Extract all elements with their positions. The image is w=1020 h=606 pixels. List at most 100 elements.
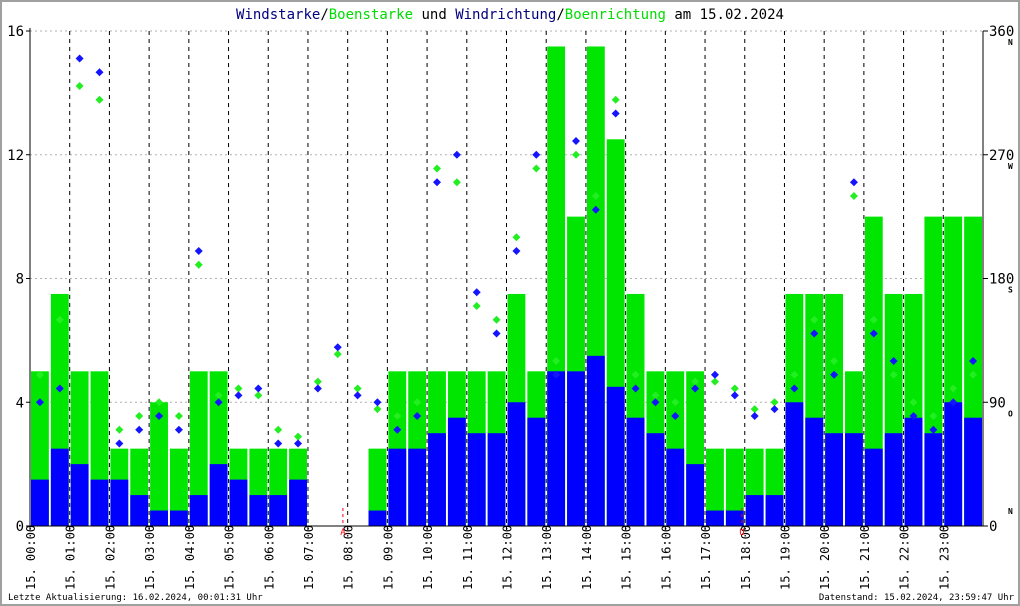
x-tick-label: 15. 14:00 — [580, 525, 594, 590]
left-tick-label: 12 — [7, 148, 24, 164]
windstarke-bar — [706, 510, 724, 526]
windstarke-bar — [50, 448, 69, 526]
left-tick-label: 0 — [16, 519, 24, 535]
title-gustdir: Boenrichtung — [565, 7, 666, 23]
windstarke-bar — [110, 479, 129, 526]
chart-title: Windstarke/Boenstarke und Windrichtung/B… — [236, 7, 784, 23]
windstarke-bar — [904, 417, 923, 526]
windrichtung-point — [472, 288, 481, 297]
boenrichtung-point — [710, 377, 719, 386]
x-tick-label: 15. 20:00 — [818, 525, 832, 590]
windstarke-bar — [666, 448, 685, 526]
windrichtung-point — [452, 150, 461, 159]
title-gust: Boenstarke — [329, 7, 413, 23]
boenrichtung-point — [333, 350, 342, 359]
windrichtung-point — [234, 391, 243, 400]
windrichtung-point — [611, 109, 620, 118]
title-date: am 15.02.2024 — [666, 7, 784, 23]
windstarke-bar — [924, 433, 943, 526]
left-tick-label: 8 — [16, 272, 24, 288]
windstarke-bar — [567, 371, 585, 526]
windstarke-bar — [547, 371, 566, 526]
windrichtung-point — [135, 425, 144, 434]
title-wind: Windstarke — [236, 7, 320, 23]
boenrichtung-point — [730, 384, 739, 393]
windrichtung-point — [849, 178, 858, 187]
windstarke-bar — [289, 479, 307, 526]
windstarke-bar — [725, 510, 744, 526]
boenstarke-bar — [150, 402, 168, 526]
windstarke-bar — [70, 464, 89, 526]
windstarke-bar — [785, 402, 804, 526]
windstarke-bar — [845, 433, 863, 526]
x-tick-label: 15. 09:00 — [381, 525, 395, 590]
title-sep: / — [320, 7, 328, 23]
boenrichtung-point — [274, 425, 283, 434]
windrichtung-point — [373, 398, 382, 407]
boenrichtung-point — [194, 260, 203, 269]
windstarke-bar — [686, 464, 705, 526]
windrichtung-point — [313, 384, 322, 393]
compass-label: S — [1008, 286, 1013, 295]
boenrichtung-point — [452, 178, 461, 187]
x-tick-label: 15. 06:00 — [262, 525, 276, 590]
windrichtung-point — [274, 439, 283, 448]
boenrichtung-point — [472, 302, 481, 310]
x-tick-label: 15. 16:00 — [659, 525, 673, 590]
boenrichtung-point — [611, 95, 620, 104]
compass-label: O — [1008, 409, 1013, 418]
boenrichtung-point — [353, 384, 362, 393]
wind-chart: Windstarke/Boenstarke und Windrichtung/B… — [7, 7, 1014, 603]
windstarke-bar — [507, 402, 526, 526]
boenrichtung-point — [294, 432, 303, 441]
windrichtung-point — [294, 439, 303, 448]
windrichtung-point — [353, 391, 362, 400]
boenrichtung-point — [492, 315, 501, 324]
x-tick-label: 15. 03:00 — [143, 525, 157, 590]
windrichtung-point — [333, 343, 342, 352]
windstarke-bar — [408, 448, 427, 526]
boenrichtung-point — [571, 150, 580, 159]
windstarke-bar — [864, 448, 883, 526]
boenrichtung-point — [234, 384, 243, 393]
x-tick-label: 15. 11:00 — [461, 525, 475, 590]
windstarke-bar — [447, 417, 466, 526]
compass-label: N — [1008, 38, 1013, 47]
windstarke-bar — [745, 495, 764, 526]
windstarke-bar — [130, 495, 149, 526]
boenrichtung-point — [75, 82, 84, 90]
boenrichtung-point — [512, 233, 521, 242]
windrichtung-point — [174, 425, 183, 434]
windstarke-bar — [606, 386, 625, 526]
windrichtung-point — [194, 247, 203, 255]
boenrichtung-point — [770, 398, 779, 407]
windrichtung-point — [433, 178, 442, 187]
x-tick-label: 15. 23:00 — [937, 525, 951, 590]
windstarke-bar — [428, 433, 446, 526]
boenrichtung-point — [254, 391, 263, 400]
windstarke-bar — [150, 510, 168, 526]
x-tick-label: 15. 12:00 — [501, 525, 515, 590]
windstarke-bar — [90, 479, 109, 526]
boenrichtung-point — [750, 405, 759, 414]
x-tick-label: 15. 19:00 — [778, 525, 792, 590]
windrichtung-point — [254, 384, 263, 393]
windstarke-bar — [884, 433, 903, 526]
windstarke-bar — [189, 495, 208, 526]
boenrichtung-point — [95, 95, 104, 104]
x-tick-label: 15. 10:00 — [421, 525, 435, 590]
sun-marker-label: U — [739, 528, 744, 538]
x-tick-label: 15. 00:00 — [24, 525, 38, 590]
boenrichtung-point — [433, 164, 442, 173]
x-tick-label: 15. 13:00 — [540, 525, 554, 590]
windstarke-bar — [825, 433, 844, 526]
windstarke-bar — [527, 417, 546, 526]
windrichtung-point — [571, 137, 580, 145]
windstarke-bar — [229, 479, 248, 526]
windrichtung-point — [95, 68, 104, 77]
windstarke-bar — [169, 510, 188, 526]
boenrichtung-point — [135, 412, 144, 420]
x-tick-label: 15. 01:00 — [64, 525, 78, 590]
bars — [31, 46, 982, 526]
windstarke-bar — [586, 355, 605, 526]
